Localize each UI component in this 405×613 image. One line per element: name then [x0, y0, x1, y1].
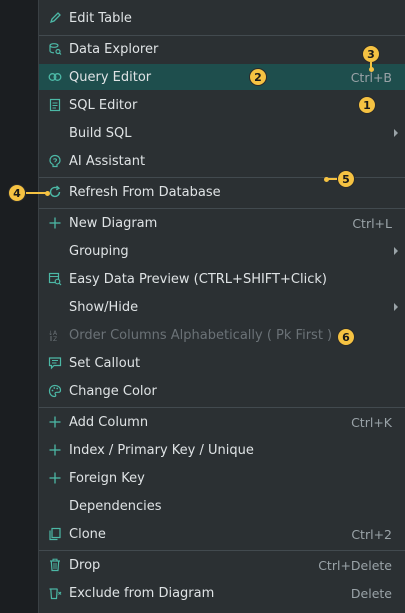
svg-text:Z: Z	[53, 336, 57, 342]
menu-item-foreign-key[interactable]: Foreign Key	[39, 465, 405, 491]
menu-item-label: Set Callout	[69, 355, 141, 371]
menu-item-drop[interactable]: Drop Ctrl+Delete	[39, 552, 405, 578]
shortcut-label: Ctrl+K	[351, 414, 392, 430]
submenu-arrow-icon	[394, 247, 398, 255]
data-preview-icon	[48, 272, 62, 286]
menu-item-label: Add Column	[69, 414, 149, 430]
annotation-badge-5: 5	[337, 170, 355, 188]
annotation-badge-2: 2	[249, 68, 267, 86]
menu-item-label: Edit Table	[69, 10, 132, 26]
annotation-badge-4: 4	[8, 184, 26, 202]
menu-item-set-callout[interactable]: Set Callout	[39, 350, 405, 376]
exclude-icon	[48, 586, 62, 600]
menu-item-label: Index / Primary Key / Unique	[69, 442, 254, 458]
annotation-dot-5	[324, 176, 329, 182]
annotation-dot-3	[368, 67, 374, 72]
menu-item-index-primary-key[interactable]: Index / Primary Key / Unique	[39, 437, 405, 463]
separator	[39, 407, 405, 408]
plus-icon	[48, 216, 62, 230]
menu-item-label: Query Editor	[69, 69, 152, 85]
menu-item-easy-data-preview[interactable]: Easy Data Preview (CTRL+SHIFT+Click)	[39, 266, 405, 292]
menu-item-show-hide[interactable]: Show/Hide	[39, 294, 405, 320]
query-editor-icon	[48, 70, 62, 84]
clone-icon	[48, 527, 62, 541]
annotation-badge-1: 1	[358, 96, 376, 114]
palette-icon	[48, 384, 62, 398]
menu-item-clone[interactable]: Clone Ctrl+2	[39, 521, 405, 547]
menu-item-label: Grouping	[69, 243, 129, 259]
left-pane	[0, 0, 38, 613]
menu-item-label: Exclude from Diagram	[69, 585, 215, 601]
annotation-badge-6: 6	[337, 328, 355, 346]
separator	[39, 208, 405, 209]
menu-item-label: Order Columns Alphabetically ( Pk First …	[69, 327, 333, 343]
menu-item-label: New Diagram	[69, 215, 158, 231]
shortcut-label: Ctrl+L	[352, 215, 392, 231]
menu-item-dependencies[interactable]: Dependencies	[39, 493, 405, 519]
menu-item-label: AI Assistant	[69, 153, 146, 169]
menu-item-label: Show/Hide	[69, 299, 139, 315]
sort-alphabetically-icon: ↓A Z	[48, 328, 62, 342]
annotation-dot-4	[45, 190, 50, 196]
trash-icon	[48, 558, 62, 572]
menu-item-exclude-from-diagram[interactable]: Exclude from Diagram Delete	[39, 580, 405, 606]
menu-item-label: Clone	[69, 526, 106, 542]
menu-item-sql-editor[interactable]: SQL Editor	[39, 92, 405, 118]
menu-item-edit-table[interactable]: Edit Table	[39, 5, 405, 31]
menu-item-data-explorer[interactable]: Data Explorer	[39, 36, 405, 62]
pencil-icon	[48, 11, 62, 25]
separator	[39, 550, 405, 551]
plus-icon	[48, 471, 62, 485]
shortcut-label: Ctrl+Delete	[318, 557, 392, 573]
menu-item-label: SQL Editor	[69, 97, 138, 113]
annotation-badge-3: 3	[362, 45, 380, 63]
menu-item-label: Build SQL	[69, 125, 132, 141]
submenu-arrow-icon	[394, 303, 398, 311]
ai-assistant-icon	[48, 154, 62, 168]
menu-item-grouping[interactable]: Grouping	[39, 238, 405, 264]
menu-item-label: Dependencies	[69, 498, 162, 514]
data-explorer-icon	[48, 42, 62, 56]
menu-item-label: Easy Data Preview (CTRL+SHIFT+Click)	[69, 271, 327, 287]
menu-item-query-editor[interactable]: Query Editor Ctrl+B	[39, 64, 405, 90]
menu-item-label: Change Color	[69, 383, 157, 399]
document-icon	[48, 98, 62, 112]
shortcut-label: Delete	[350, 585, 392, 601]
shortcut-label: Ctrl+2	[351, 526, 392, 542]
menu-item-label: Data Explorer	[69, 41, 159, 57]
menu-item-label: Drop	[69, 557, 101, 573]
refresh-icon	[48, 185, 62, 199]
menu-item-new-diagram[interactable]: New Diagram Ctrl+L	[39, 210, 405, 236]
plus-icon	[48, 443, 62, 457]
menu-item-label: Foreign Key	[69, 470, 145, 486]
menu-item-build-sql[interactable]: Build SQL	[39, 120, 405, 146]
plus-icon	[48, 415, 62, 429]
menu-item-change-color[interactable]: Change Color	[39, 378, 405, 404]
callout-icon	[48, 356, 62, 370]
submenu-arrow-icon	[394, 129, 398, 137]
menu-item-label: Refresh From Database	[69, 184, 221, 200]
context-menu: Edit Table Data Explorer Query Editor Ct…	[38, 0, 405, 613]
menu-item-add-column[interactable]: Add Column Ctrl+K	[39, 409, 405, 435]
